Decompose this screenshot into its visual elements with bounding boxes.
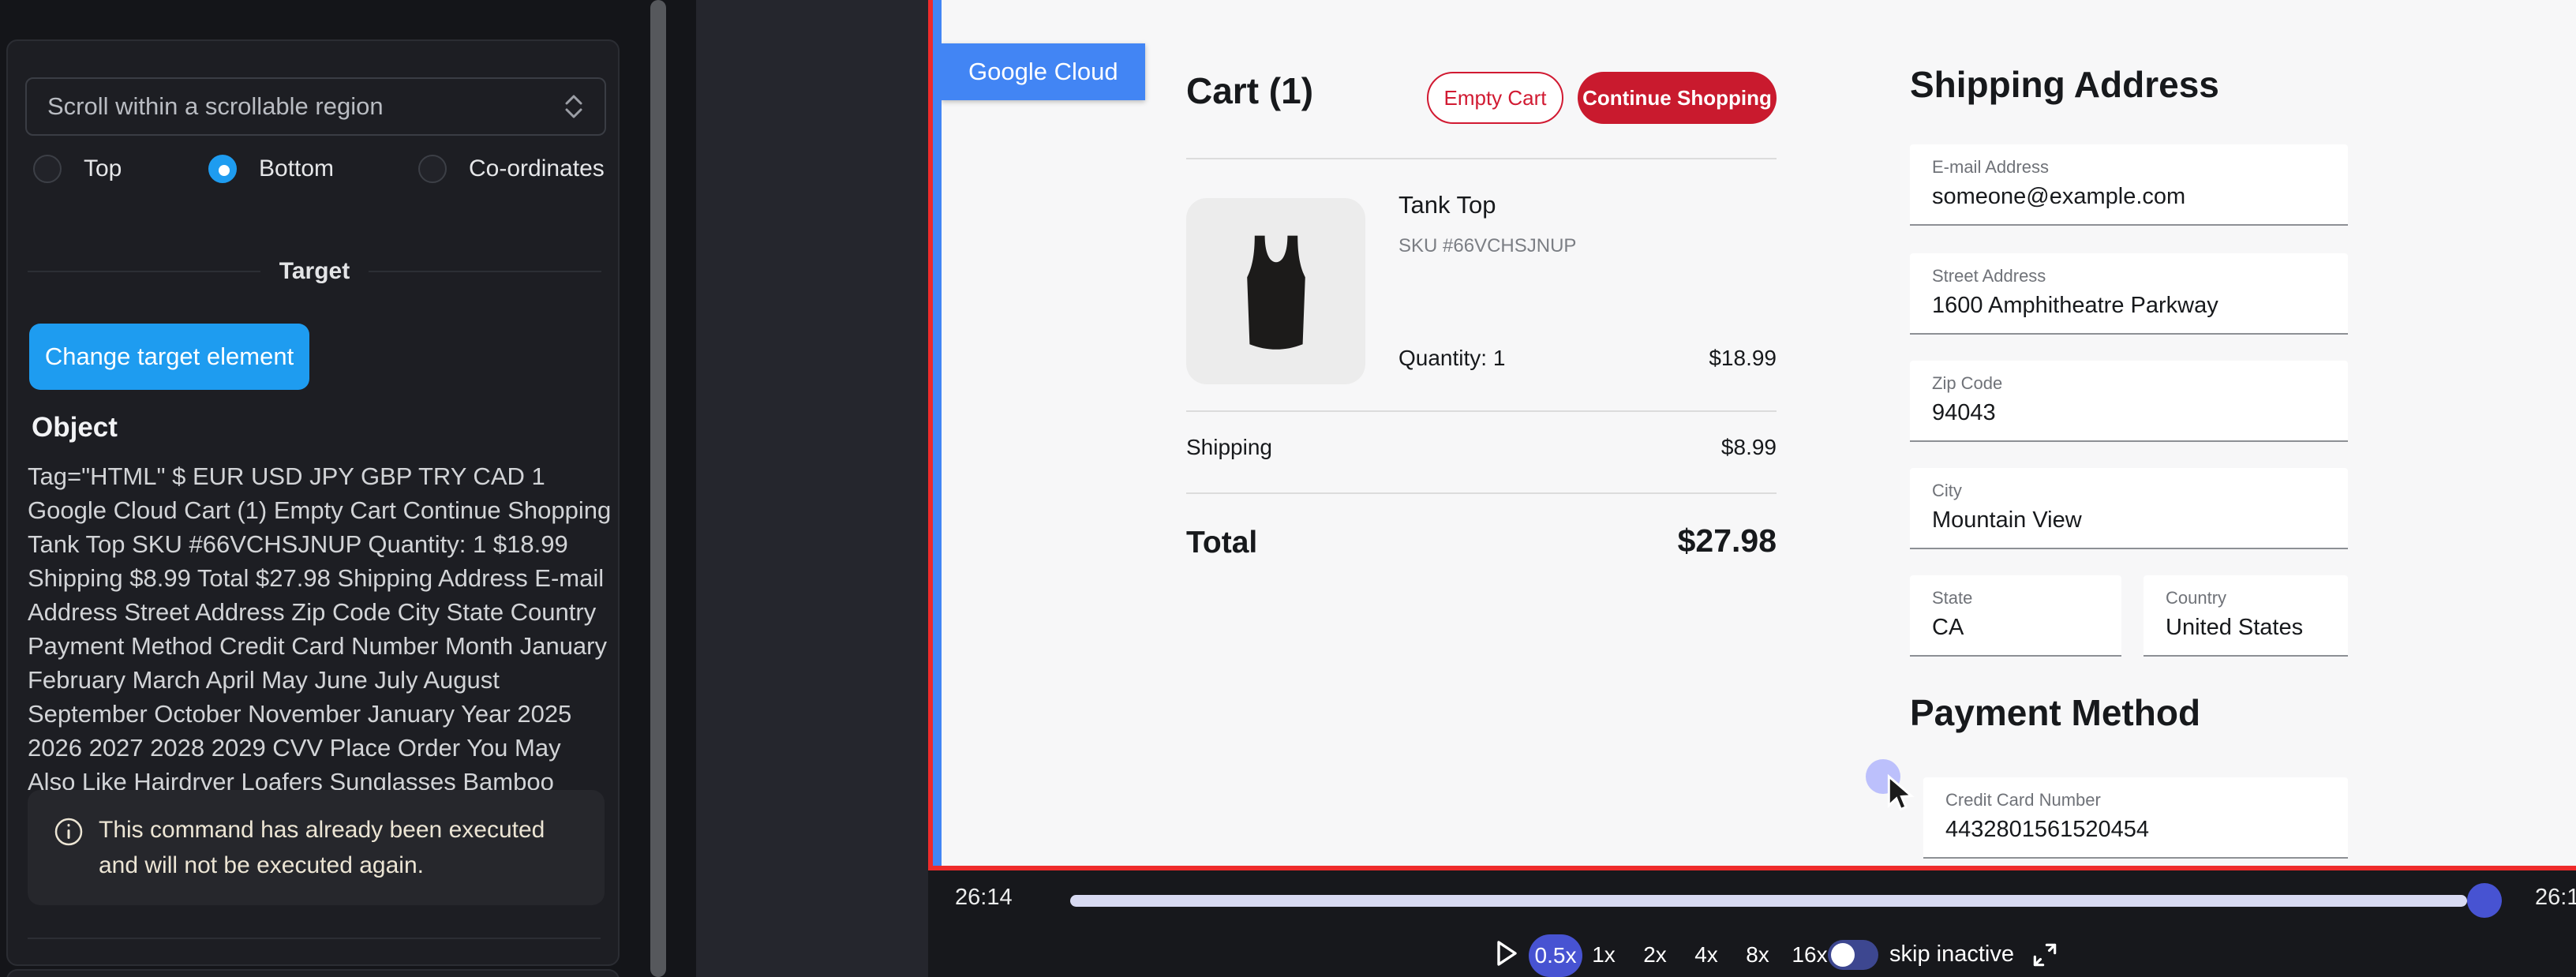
divider-line xyxy=(28,271,260,272)
state-value: CA xyxy=(1932,615,1964,641)
divider xyxy=(1186,158,1777,159)
street-field[interactable]: Street Address 1600 Amphitheatre Parkway xyxy=(1910,253,2348,335)
speed-8x-button[interactable]: 8x xyxy=(1732,942,1783,968)
product-price: $18.99 xyxy=(1709,346,1777,371)
street-value: 1600 Amphitheatre Parkway xyxy=(1932,293,2218,319)
already-executed-notice: This command has already been executed a… xyxy=(28,790,605,905)
command-panel: Scroll within a scrollable region Top Bo… xyxy=(6,39,620,966)
timeline-track[interactable] xyxy=(1070,895,2467,907)
notice-text: This command has already been executed a… xyxy=(99,812,572,883)
play-icon[interactable] xyxy=(1494,938,1519,968)
cursor-icon xyxy=(1883,773,1918,814)
country-field[interactable]: Country United States xyxy=(2144,575,2348,657)
change-target-button[interactable]: Change target element xyxy=(29,324,309,390)
divider xyxy=(1186,410,1777,412)
info-icon xyxy=(54,817,84,847)
next-command-panel-edge xyxy=(6,969,620,977)
shipping-address-heading: Shipping Address xyxy=(1910,63,2219,106)
google-cloud-badge: Google Cloud xyxy=(942,43,1145,100)
radio-top[interactable]: Top xyxy=(33,155,122,183)
radio-coordinates-label: Co-ordinates xyxy=(469,155,605,182)
shipping-value: $8.99 xyxy=(1721,435,1777,460)
cart-title: Cart (1) xyxy=(1186,69,1313,112)
product-quantity: Quantity: 1 xyxy=(1398,346,1505,371)
toggle-knob xyxy=(1831,943,1855,967)
zip-label: Zip Code xyxy=(1932,373,2002,394)
product-name: Tank Top xyxy=(1398,191,1496,219)
action-select[interactable]: Scroll within a scrollable region xyxy=(25,77,606,136)
screen: Scroll within a scrollable region Top Bo… xyxy=(0,0,2576,977)
object-heading: Object xyxy=(32,412,118,444)
country-label: Country xyxy=(2166,588,2226,608)
product-image xyxy=(1186,198,1365,384)
divider-line xyxy=(369,271,601,272)
radio-bottom-circle-icon xyxy=(208,155,237,183)
email-value: someone@example.com xyxy=(1932,184,2185,210)
empty-cart-button[interactable]: Empty Cart xyxy=(1427,72,1563,124)
sidebar-scrollbar[interactable] xyxy=(650,0,666,977)
skip-inactive-label: skip inactive xyxy=(1889,941,2014,968)
speed-0.5x-button[interactable]: 0.5x xyxy=(1529,934,1582,977)
divider xyxy=(1186,492,1777,494)
speed-2x-button[interactable]: 2x xyxy=(1630,942,1680,968)
timeline-handle[interactable] xyxy=(2467,883,2502,918)
total-label: Total xyxy=(1186,526,1257,560)
target-highlight-border xyxy=(933,0,942,866)
zip-value: 94043 xyxy=(1932,400,1996,426)
radio-coordinates[interactable]: Co-ordinates xyxy=(418,155,605,183)
street-label: Street Address xyxy=(1932,266,2046,286)
credit-card-label: Credit Card Number xyxy=(1945,790,2101,810)
radio-bottom[interactable]: Bottom xyxy=(208,155,334,183)
scroll-position-radio-group: Top Bottom Co-ordinates xyxy=(25,155,606,189)
radio-top-label: Top xyxy=(84,155,122,182)
radio-bottom-label: Bottom xyxy=(259,155,334,182)
select-chevron-icon xyxy=(564,93,584,120)
credit-card-field[interactable]: Credit Card Number 4432801561520454 xyxy=(1923,777,2348,859)
sidebar: Scroll within a scrollable region Top Bo… xyxy=(0,0,696,977)
city-label: City xyxy=(1932,481,1962,501)
panel-bottom-divider xyxy=(28,938,601,939)
state-field[interactable]: State CA xyxy=(1910,575,2121,657)
radio-coordinates-circle-icon xyxy=(418,155,447,183)
email-label: E-mail Address xyxy=(1932,157,2049,178)
target-section-label: Target xyxy=(279,258,350,285)
speed-4x-button[interactable]: 4x xyxy=(1681,942,1732,968)
target-section-divider: Target xyxy=(28,256,601,287)
radio-top-circle-icon xyxy=(33,155,62,183)
current-time: 26:14 xyxy=(955,885,1013,911)
speed-1x-button[interactable]: 1x xyxy=(1578,942,1629,968)
state-label: State xyxy=(1932,588,1972,608)
continue-shopping-button[interactable]: Continue Shopping xyxy=(1578,72,1777,124)
zip-field[interactable]: Zip Code 94043 xyxy=(1910,361,2348,442)
product-sku: SKU #66VCHSJNUP xyxy=(1398,235,1576,257)
city-field[interactable]: City Mountain View xyxy=(1910,468,2348,549)
cart-section: Cart (1) Empty Cart Continue Shopping Ta… xyxy=(1186,0,1777,866)
replayed-webpage: Google Cloud Cart (1) Empty Cart Continu… xyxy=(942,0,2576,866)
action-select-value: Scroll within a scrollable region xyxy=(47,92,564,121)
shipping-label: Shipping xyxy=(1186,435,1272,460)
country-value: United States xyxy=(2166,615,2303,641)
email-field[interactable]: E-mail Address someone@example.com xyxy=(1910,144,2348,226)
checkout-section: Shipping Address E-mail Address someone@… xyxy=(1910,0,2348,866)
skip-inactive-toggle[interactable] xyxy=(1828,940,1878,970)
total-value: $27.98 xyxy=(1678,522,1777,560)
fullscreen-icon[interactable] xyxy=(2030,940,2060,970)
viewport-border-left xyxy=(928,0,933,870)
replay-letterbox xyxy=(696,0,928,977)
tank-top-image xyxy=(1213,216,1339,366)
credit-card-value: 4432801561520454 xyxy=(1945,817,2149,843)
object-description: Tag="HTML" $ EUR USD JPY GBP TRY CAD 1 G… xyxy=(28,459,612,833)
end-time: 26:1 xyxy=(2535,885,2576,911)
city-value: Mountain View xyxy=(1932,507,2082,533)
payment-method-heading: Payment Method xyxy=(1910,691,2200,734)
